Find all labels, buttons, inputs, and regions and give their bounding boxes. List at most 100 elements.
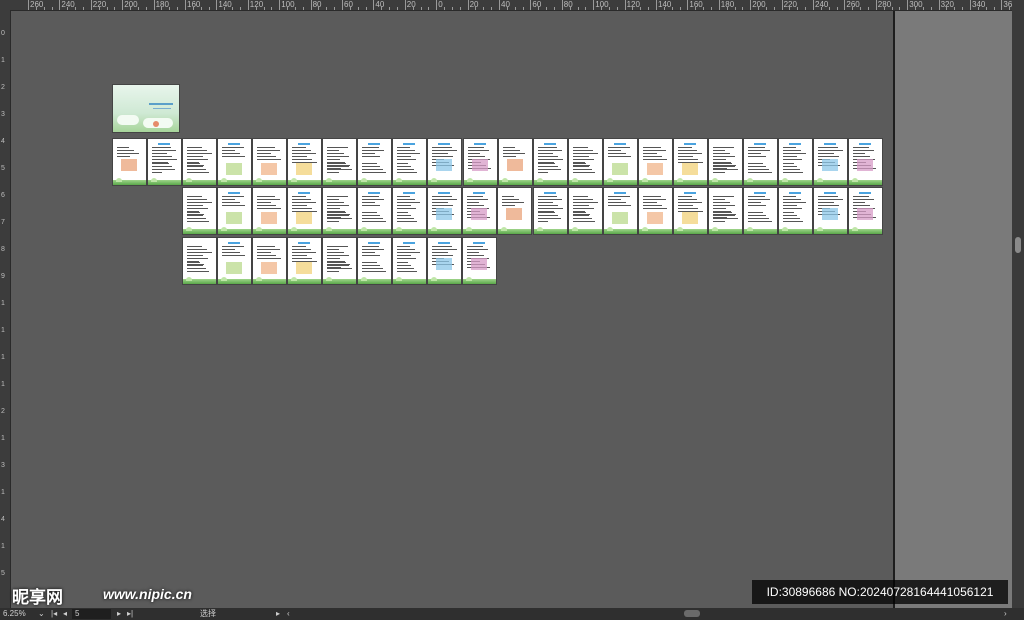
page-text-line: [432, 246, 453, 247]
page-thumbnail[interactable]: [253, 238, 287, 284]
page-thumbnail[interactable]: [428, 139, 462, 185]
cover-page[interactable]: [113, 85, 179, 132]
page-thumbnail[interactable]: [253, 188, 287, 234]
page-thumbnail[interactable]: [498, 139, 532, 185]
page-thumbnail[interactable]: [603, 188, 637, 234]
scroll-thumb[interactable]: [1015, 237, 1021, 253]
first-page-icon[interactable]: |◂: [51, 609, 57, 619]
page-thumbnail[interactable]: [183, 139, 217, 185]
page-text-line: [782, 150, 801, 151]
vertical-scrollbar[interactable]: [1012, 0, 1024, 608]
page-thumbnail[interactable]: [568, 139, 602, 185]
page-text-line: [397, 258, 417, 259]
page-heading-mark: [543, 143, 556, 145]
page-text-line: [362, 255, 381, 256]
page-text-line: [712, 202, 730, 203]
page-thumbnail[interactable]: [778, 139, 812, 185]
page-thumbnail[interactable]: [778, 188, 812, 234]
page-thumbnail[interactable]: [393, 238, 427, 284]
page-thumbnail[interactable]: [603, 139, 637, 185]
page-text-line: [747, 153, 761, 154]
page-text-line: [677, 196, 692, 197]
page-thumbnail[interactable]: [218, 139, 252, 185]
status-arrow-icon[interactable]: ▸: [276, 609, 280, 619]
page-footer-decoration: [218, 277, 252, 284]
ruler-tick: [954, 7, 956, 10]
page-thumbnail[interactable]: [253, 139, 287, 185]
page-thumbnail[interactable]: [358, 188, 392, 234]
ruler-tick: [326, 7, 328, 10]
page-thumbnail[interactable]: [323, 238, 357, 284]
zoom-level[interactable]: 6.25%: [3, 609, 26, 619]
scroll-right-icon[interactable]: ›: [1004, 609, 1007, 619]
page-illustration: [261, 262, 278, 274]
page-illustration: [436, 159, 453, 171]
page-thumbnail[interactable]: [568, 188, 602, 234]
page-illustration: [296, 163, 313, 175]
page-thumbnail[interactable]: [463, 188, 497, 234]
ruler-tick-label: 80: [312, 0, 322, 9]
chevron-down-icon[interactable]: ⌄: [38, 609, 45, 619]
page-thumbnail[interactable]: [358, 139, 392, 185]
page-heading-mark: [683, 143, 696, 145]
ruler-tick: [561, 0, 563, 10]
page-thumbnail[interactable]: [673, 139, 707, 185]
page-thumbnail[interactable]: [708, 139, 742, 185]
ruler-tick: [907, 0, 909, 10]
page-thumbnail[interactable]: [533, 188, 567, 234]
page-footer-decoration: [743, 227, 777, 234]
page-thumbnail[interactable]: [393, 139, 427, 185]
horizontal-ruler[interactable]: 260 240 220 200 180 160 140 120 100 80 60 40 20 0 20 40…: [0, 0, 1012, 11]
last-page-icon[interactable]: ▸|: [127, 609, 133, 619]
page-thumbnail[interactable]: [743, 139, 777, 185]
page-thumbnail[interactable]: [428, 188, 462, 234]
page-thumbnail[interactable]: [113, 139, 146, 185]
page-text-line: [362, 268, 384, 269]
ruler-tick: [294, 7, 296, 10]
ruler-tick: [813, 0, 814, 10]
page-thumbnail[interactable]: [183, 188, 216, 234]
page-thumbnail[interactable]: [463, 139, 497, 185]
page-text-line: [222, 150, 236, 151]
page-text-line: [292, 249, 312, 250]
page-text-line: [712, 163, 732, 164]
page-text-line: [747, 215, 766, 216]
scroll-left-icon[interactable]: ‹: [287, 609, 290, 619]
page-text-line: [327, 166, 350, 167]
vertical-ruler[interactable]: 0 1 2 3 4 5 6 7 8 9 1 1 1 1 2 1 3 1 4 1 5: [0, 10, 11, 608]
page-thumbnail[interactable]: [323, 139, 357, 185]
page-thumbnail[interactable]: [288, 188, 322, 234]
next-page-icon[interactable]: ▸: [117, 609, 121, 619]
page-thumbnail[interactable]: [148, 139, 182, 185]
page-text-line: [572, 221, 595, 222]
page-thumbnail[interactable]: [218, 188, 252, 234]
page-thumbnail[interactable]: [533, 139, 567, 185]
page-thumbnail[interactable]: [323, 188, 357, 234]
page-thumbnail[interactable]: [673, 188, 707, 234]
page-thumbnail[interactable]: [428, 238, 462, 284]
ruler-tick: [106, 7, 108, 10]
page-thumbnail[interactable]: [498, 188, 532, 234]
page-thumbnail[interactable]: [638, 139, 672, 185]
page-text-line: [572, 169, 592, 170]
page-thumbnail[interactable]: [288, 139, 322, 185]
page-thumbnail[interactable]: [393, 188, 427, 234]
page-thumbnail[interactable]: [814, 139, 847, 185]
page-text-line: [152, 156, 173, 157]
prev-page-icon[interactable]: ◂: [63, 609, 67, 619]
page-thumbnail[interactable]: [708, 188, 742, 234]
page-thumbnail[interactable]: [743, 188, 777, 234]
page-thumbnail[interactable]: [813, 188, 847, 234]
page-thumbnail[interactable]: [218, 238, 252, 284]
page-text-line: [502, 147, 515, 148]
page-thumbnail[interactable]: [358, 238, 392, 284]
page-thumbnail[interactable]: [638, 188, 672, 234]
page-text-line: [397, 262, 409, 263]
horizontal-scroll-thumb[interactable]: [684, 610, 700, 617]
page-thumbnail[interactable]: [463, 238, 497, 284]
page-thumbnail[interactable]: [848, 188, 882, 234]
page-thumbnail[interactable]: [288, 238, 322, 284]
page-number-field[interactable]: 5: [72, 609, 111, 619]
page-thumbnail[interactable]: [183, 238, 216, 284]
page-thumbnail[interactable]: [849, 139, 883, 185]
